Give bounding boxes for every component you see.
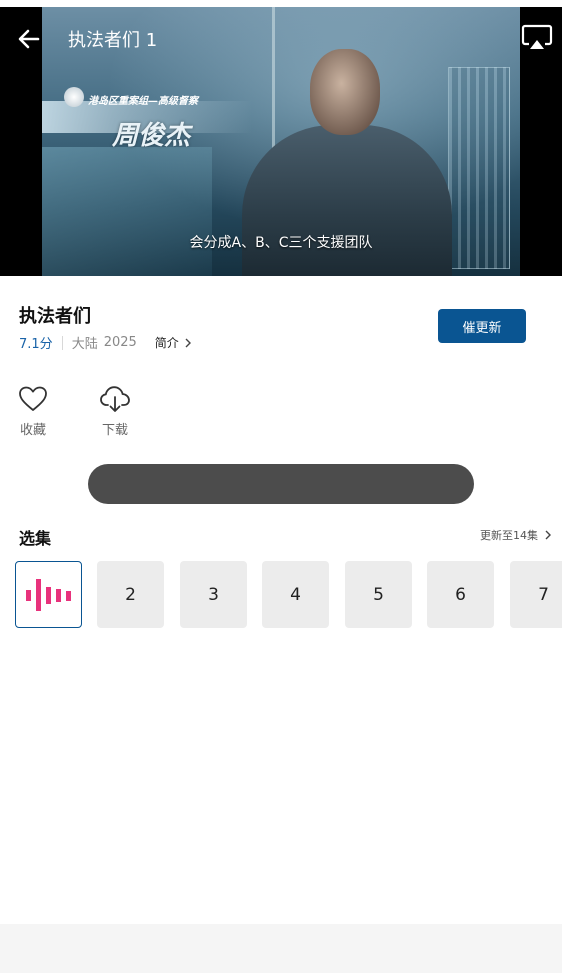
year: 2025 <box>103 335 137 350</box>
episode-item[interactable]: 2 <box>97 561 164 628</box>
intro-link[interactable]: 简介 <box>155 334 194 351</box>
chevron-right-icon <box>185 338 191 347</box>
episode-item[interactable]: 4 <box>262 561 329 628</box>
download-label: 下载 <box>101 423 128 438</box>
episode-item[interactable]: 6 <box>427 561 494 628</box>
caption-role: 港岛区重案组—高级督察 <box>88 96 198 107</box>
cloud-download-icon <box>100 386 130 412</box>
score: 7.1分 <box>19 337 53 352</box>
region: 大陆 <box>71 337 98 352</box>
episode-item[interactable]: 7 <box>510 561 562 628</box>
download-button[interactable]: 下载 <box>95 385 135 438</box>
intro-label: 简介 <box>154 336 179 350</box>
meta-divider <box>61 335 63 350</box>
video-subtitle: 会分成A、B、C三个支援团队 <box>189 235 373 251</box>
toast-bar <box>88 464 474 504</box>
caption-name: 周俊杰 <box>112 121 191 151</box>
show-title: 执法者们 <box>19 306 91 327</box>
show-meta: 7.1分 大陆 2025 简介 <box>19 333 194 352</box>
heart-icon <box>19 386 47 411</box>
back-button[interactable] <box>14 24 44 54</box>
playing-bars-icon <box>25 578 71 611</box>
episode-item[interactable]: 3 <box>180 561 247 628</box>
cast-button[interactable] <box>520 22 554 54</box>
episode-item[interactable]: 5 <box>345 561 412 628</box>
airplay-cast-icon <box>521 24 553 49</box>
scene-person-body <box>242 125 452 276</box>
episode-1-playing[interactable] <box>15 561 82 628</box>
back-arrow-icon <box>18 29 40 49</box>
episodes-section-title: 选集 <box>19 529 52 548</box>
favorite-label: 收藏 <box>19 423 46 438</box>
episodes-update-link[interactable]: 更新至14集 <box>480 527 554 543</box>
scene-person-head <box>310 49 380 135</box>
chevron-right-icon <box>545 530 551 540</box>
episodes-update-info: 更新至14集 <box>480 529 538 542</box>
video-title: 执法者们 1 <box>68 30 158 51</box>
video-player[interactable]: 港岛区重案组—高级督察 周俊杰 执法者们 1 会分成A、B、C三个支援团队 <box>0 0 562 276</box>
status-bar <box>0 0 562 7</box>
request-update-button[interactable]: 催更新 <box>438 309 526 343</box>
scene-panel-left <box>42 147 212 276</box>
bottom-bar <box>0 924 562 973</box>
police-badge-icon <box>64 87 84 107</box>
episode-list[interactable]: 2 3 4 5 6 7 <box>0 561 562 629</box>
favorite-button[interactable]: 收藏 <box>13 385 53 438</box>
